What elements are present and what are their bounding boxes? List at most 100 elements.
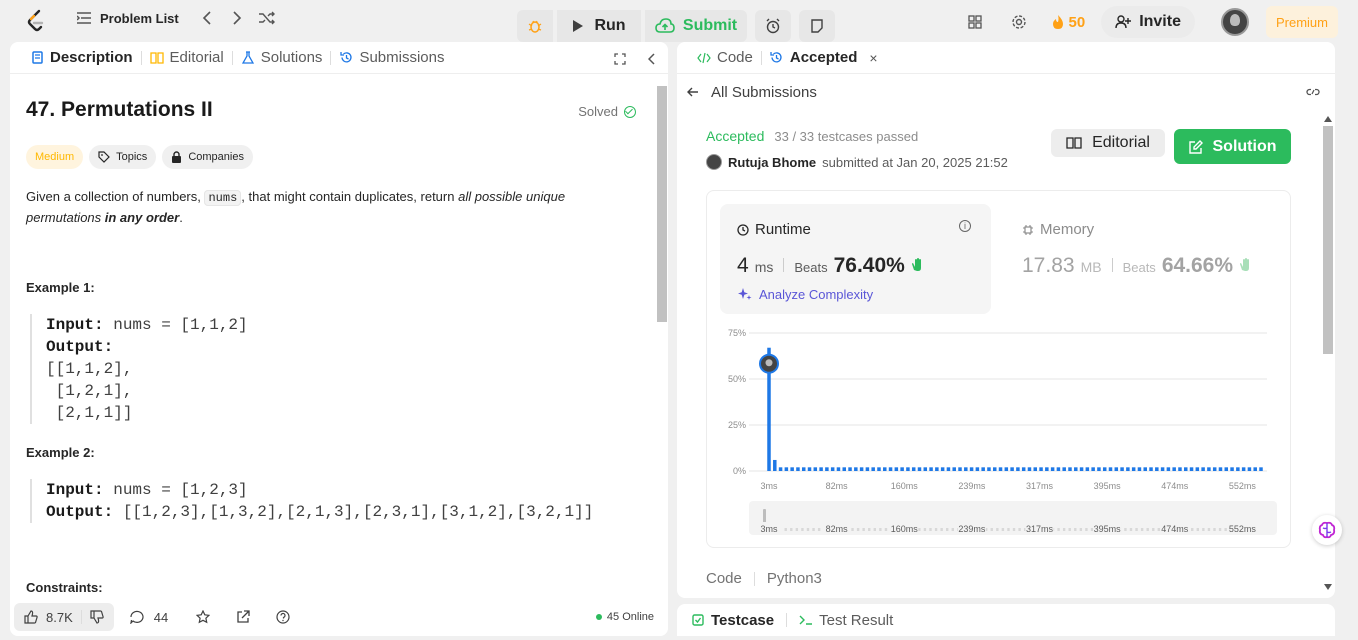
chart-range-mini-bar [1157, 528, 1161, 531]
gear-icon[interactable] [1009, 12, 1029, 32]
info-icon[interactable]: i [959, 220, 971, 232]
analyze-complexity-button[interactable]: Analyze Complexity [737, 286, 873, 302]
tab-solutions[interactable]: Solutions [233, 49, 331, 66]
chart-bar [1108, 467, 1113, 471]
desc-text-1: Given a collection of numbers, [26, 189, 205, 204]
chart-range-mini-bar [873, 528, 877, 531]
desc-text-2: , that might contain duplicates, return [241, 189, 459, 204]
arrow-left-icon[interactable] [687, 86, 699, 98]
layout-grid-icon[interactable] [965, 12, 985, 32]
chart-range-mini-bar [862, 528, 865, 531]
invite-button[interactable]: Invite [1101, 6, 1195, 38]
tab-description[interactable]: Description [22, 49, 141, 66]
online-count: 45 Online [606, 611, 654, 623]
tab-test-result[interactable]: Test Result [795, 612, 897, 629]
help-icon[interactable] [276, 610, 290, 624]
problem-list-link[interactable]: Problem List [100, 11, 179, 26]
tab-code[interactable]: Code [689, 49, 761, 66]
example2-output: [[1,2,3],[1,3,2],[2,1,3],[2,3,1],[3,1,2]… [113, 503, 594, 521]
solution-button[interactable]: Solution [1174, 129, 1291, 164]
chart-range-mini-bar [1068, 528, 1071, 531]
scroll-down-icon[interactable] [1324, 584, 1332, 590]
ai-assistant-button[interactable] [1312, 515, 1342, 545]
tab-accepted[interactable]: Accepted × [762, 49, 886, 66]
chart-range-mini-bar [1135, 528, 1138, 531]
top-navbar: Problem List Run Submit 50 Invite Premiu… [0, 0, 1358, 42]
right-scrollbar-thumb[interactable] [1323, 126, 1333, 354]
example2-output-label: Output: [46, 503, 114, 521]
chart-bar [1189, 467, 1194, 471]
chart-bar [929, 467, 933, 471]
chart-range-mini-bar [951, 528, 954, 531]
chart-bar [842, 467, 846, 471]
editorial-button[interactable]: Editorial [1051, 129, 1165, 157]
shuffle-icon[interactable] [258, 10, 275, 26]
debug-button[interactable] [517, 10, 553, 42]
all-submissions-link[interactable]: All Submissions [711, 84, 817, 101]
chart-range-mini-bar [940, 528, 943, 531]
close-icon[interactable]: × [869, 50, 877, 66]
history-icon [770, 51, 784, 65]
chart-bar [1201, 467, 1205, 471]
star-icon[interactable] [196, 610, 211, 624]
chart-bar [1218, 467, 1223, 471]
runtime-label: Runtime [755, 221, 811, 238]
thumbs-up-icon[interactable] [24, 610, 38, 624]
chart-bar [1143, 467, 1147, 471]
chart-range-mini-bar [1152, 528, 1155, 531]
comment-icon[interactable] [129, 610, 144, 624]
link-icon[interactable] [1306, 86, 1320, 98]
add-user-icon [1115, 15, 1132, 29]
user-avatar[interactable] [1220, 8, 1249, 36]
leetcode-logo-icon[interactable] [26, 9, 46, 33]
tab-editorial[interactable]: Editorial [142, 49, 232, 66]
chart-bar [1068, 467, 1072, 471]
chart-range-tick-label: 317ms [1026, 524, 1054, 534]
chart-bar [894, 467, 899, 471]
chart-bar [906, 467, 910, 471]
online-dot-icon [595, 614, 602, 620]
chart-bar [1259, 467, 1263, 471]
chart-range-mini-bar [790, 528, 793, 531]
problem-title[interactable]: 47. Permutations II [26, 98, 213, 122]
tab-submissions[interactable]: Submissions [331, 49, 452, 66]
runtime-card[interactable]: Runtime i 4 ms Beats 76.40% Analyze Comp… [720, 204, 991, 314]
maximize-icon[interactable] [614, 52, 626, 69]
chart-bar [813, 467, 818, 471]
notes-button[interactable] [799, 10, 835, 42]
companies-button[interactable]: Companies [162, 145, 253, 169]
submitter-name[interactable]: Rutuja Bhome [728, 155, 816, 170]
run-button[interactable]: Run [557, 10, 641, 42]
scroll-up-icon[interactable] [1324, 116, 1332, 122]
thumbs-down-icon[interactable] [90, 610, 104, 624]
memory-header[interactable]: Memory [1022, 221, 1094, 238]
sparkle-icon [738, 288, 752, 300]
submit-button[interactable]: Submit [645, 10, 747, 42]
chart-bar [848, 467, 852, 471]
chart-bar [1224, 467, 1229, 471]
left-scrollbar-thumb[interactable] [657, 86, 667, 322]
runtime-distribution-chart[interactable]: 75% 50% 25% 0% 3ms 82ms 160ms 239ms 317ms 395ms 47… [707, 321, 1292, 546]
chart-bar [883, 467, 887, 471]
clap-hands-icon [1240, 258, 1250, 271]
chart-bar [1247, 467, 1252, 471]
topics-button[interactable]: Topics [89, 145, 157, 169]
timer-button[interactable] [755, 10, 791, 42]
chart-bar [935, 467, 939, 471]
chevron-left-icon[interactable] [199, 10, 215, 26]
chart-bar [998, 467, 1003, 471]
left-scrollbar[interactable] [655, 78, 667, 634]
chart-x-tick-label: 82ms [826, 481, 849, 491]
chart-bar [1155, 467, 1159, 471]
brain-icon [1318, 521, 1336, 539]
comments-count[interactable]: 44 [154, 610, 168, 625]
chevron-right-icon[interactable] [229, 10, 245, 26]
chart-bar [1172, 467, 1176, 471]
collapse-chevron-icon[interactable] [647, 52, 656, 69]
tab-testcase[interactable]: Testcase [687, 612, 778, 629]
chart-bar [1195, 467, 1200, 471]
list-icon[interactable] [76, 10, 92, 26]
streak-counter[interactable]: 50 [1051, 14, 1085, 31]
premium-button[interactable]: Premium [1265, 6, 1338, 38]
share-icon[interactable] [236, 610, 250, 624]
